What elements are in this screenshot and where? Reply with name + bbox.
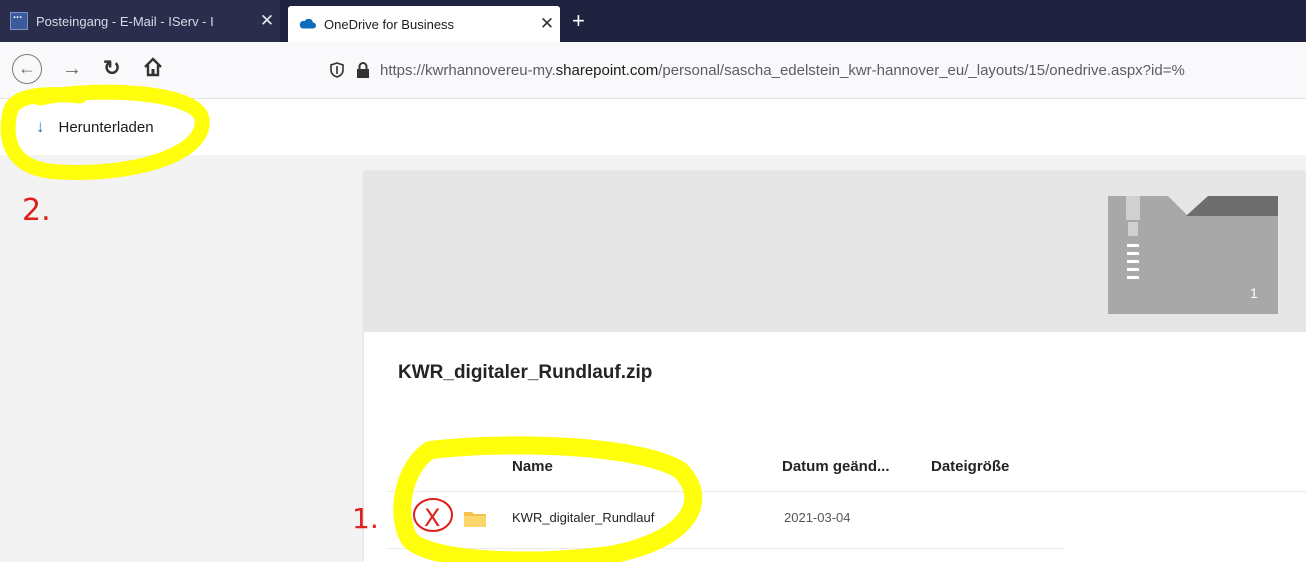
shield-icon[interactable] [330, 62, 344, 78]
tab-strip: Posteingang - E-Mail - IServ - I ✕ OneDr… [0, 0, 1306, 42]
column-header-date[interactable]: Datum geänd... [782, 458, 890, 475]
zip-folder-icon: 1 [1108, 196, 1278, 314]
row-name[interactable]: KWR_digitaler_Rundlauf [512, 510, 654, 525]
table-row[interactable]: KWR_digitaler_Rundlauf 2021-03-04 [388, 492, 1064, 549]
archive-preview-card: 1 KWR_digitaler_Rundlauf.zip Name Datum … [364, 172, 1306, 562]
close-tab-icon[interactable]: ✕ [254, 11, 280, 31]
tab-onedrive-title: OneDrive for Business [324, 16, 455, 32]
back-arrow-icon[interactable]: ← [12, 54, 42, 84]
download-button[interactable]: ↓ Herunterladen [36, 117, 154, 137]
new-tab-button[interactable]: + [572, 8, 585, 34]
row-date: 2021-03-04 [784, 510, 851, 525]
column-header-size[interactable]: Dateigröße [931, 458, 1009, 475]
command-bar: ↓ Herunterladen [0, 99, 1306, 155]
iserv-favicon-icon [10, 9, 28, 30]
tab-onedrive[interactable]: OneDrive for Business ✕ [288, 6, 560, 42]
archive-title: KWR_digitaler_Rundlauf.zip [398, 362, 653, 383]
onedrive-cloud-icon [299, 18, 316, 29]
column-header-name[interactable]: Name [512, 458, 553, 475]
download-label: Herunterladen [58, 118, 154, 136]
reload-icon[interactable]: ↻ [103, 56, 121, 81]
url-domain: sharepoint.com [555, 61, 659, 79]
address-bar[interactable]: https://kwrhannovereu-my.sharepoint.com/… [318, 54, 1306, 86]
url-text: https://kwrhannovereu-my.sharepoint.com/… [380, 61, 1185, 79]
close-tab-icon[interactable]: ✕ [534, 14, 560, 34]
item-count: 1 [1250, 285, 1258, 301]
forward-arrow-icon[interactable]: → [62, 58, 82, 81]
download-arrow-icon: ↓ [36, 117, 45, 136]
folder-icon [464, 512, 486, 527]
tab-mail-title: Posteingang - E-Mail - IServ - I [36, 13, 214, 29]
home-icon[interactable] [142, 56, 164, 78]
navigation-bar: ← → ↻ https://kwrhannovereu-my.sharepoin… [0, 42, 1306, 99]
tab-mail[interactable]: Posteingang - E-Mail - IServ - I ✕ [0, 0, 280, 42]
lock-icon[interactable] [356, 62, 370, 78]
